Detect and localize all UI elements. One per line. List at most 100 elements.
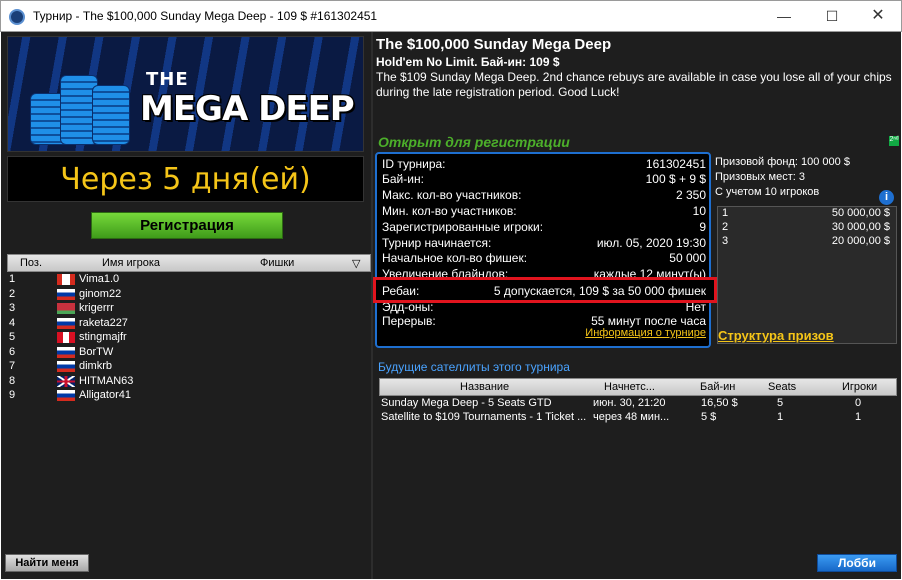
player-row[interactable]: 7 dimkrb: [7, 359, 371, 374]
close-button[interactable]: ✕: [855, 1, 901, 32]
info-label: ID турнира:: [382, 157, 446, 171]
tournament-banner: THE MEGA DEEP: [7, 36, 364, 152]
rebuy-highlight: Ребаи: 5 допускается, 109 $ за 50 000 фи…: [373, 277, 717, 303]
sort-arrow-icon[interactable]: ▽: [352, 257, 360, 270]
satellite-row[interactable]: Satellite to $109 Tournaments - 1 Ticket…: [379, 410, 897, 424]
players-list: 1 Vima1.0 2 ginom22 3 krigerrr 4 raketa227 5 stin…: [7, 272, 371, 403]
player-name: Alligator41: [79, 389, 131, 401]
column-header-name[interactable]: Название: [460, 381, 509, 393]
prize-pool: Призовой фонд: 100 000 $: [715, 156, 850, 168]
info-value: 10: [692, 204, 706, 218]
country-flag-icon: [57, 317, 75, 329]
info-label: Начальное кол-во фишек:: [382, 251, 528, 265]
player-name: dimkrb: [79, 360, 113, 372]
player-row[interactable]: 2 ginom22: [7, 287, 371, 302]
country-flag-icon: [57, 288, 75, 300]
satellite-name: Sunday Mega Deep - 5 Seats GTD: [381, 397, 552, 409]
tournament-info-panel: ID турнира: 161302451 Бай-ин: 100 $ + 9 $ Ма…: [375, 152, 711, 348]
column-header-buyin[interactable]: Бай-ин: [700, 381, 735, 393]
info-label: Перерыв:: [382, 314, 436, 328]
prize-amount: 30 000,00 $: [831, 221, 890, 233]
info-row: Начальное кол-во фишек: 50 000: [382, 251, 706, 267]
info-row: Макс. кол-во участников: 2 350: [382, 188, 706, 204]
column-header-start[interactable]: Начнетс...: [604, 381, 655, 393]
info-label: Мин. кол-во участников:: [382, 204, 517, 218]
player-name: BorTW: [79, 345, 114, 358]
minimize-button[interactable]: —: [761, 1, 807, 32]
info-link-row: Информация о турнире: [382, 327, 706, 343]
divider: [371, 32, 373, 579]
player-row[interactable]: 6 BorTW: [7, 345, 371, 360]
column-header-seats[interactable]: Seats: [768, 381, 796, 393]
info-label: Зарегистрированные игроки:: [382, 220, 544, 234]
info-row: Мин. кол-во участников: 10: [382, 204, 706, 220]
prize-places: Призовых мест: 3: [715, 171, 805, 183]
info-value: июл. 05, 2020 19:30: [596, 236, 706, 250]
player-position: 4: [9, 316, 16, 329]
satellite-players: 0: [855, 397, 862, 409]
player-row[interactable]: 9 Alligator41: [7, 388, 371, 403]
tournament-subtitle: Hold'em No Limit. Бай-ин: 109 $: [376, 55, 560, 69]
info-label: Турнир начинается:: [382, 236, 492, 250]
tournament-window: THE MEGA DEEP Через 5 дня(ей) Регистраци…: [1, 32, 901, 579]
chip-stack-icon: [92, 85, 130, 145]
info-value: 55 минут после часа: [591, 314, 706, 328]
info-label: Бай-ин:: [382, 172, 424, 186]
country-flag-icon: [57, 346, 75, 358]
player-row[interactable]: 3 krigerrr: [7, 301, 371, 316]
find-me-button[interactable]: Найти меня: [5, 554, 89, 572]
prize-structure-link[interactable]: Структура призов: [718, 328, 834, 343]
player-name: krigerrr: [79, 302, 114, 314]
player-position: 8: [9, 374, 16, 387]
info-label: Макс. кол-во участников:: [382, 188, 522, 202]
player-position: 1: [9, 273, 16, 285]
prize-panel: Призовой фонд: 100 000 $ Призовых мест: …: [715, 156, 899, 346]
satellite-players: 1: [855, 411, 862, 423]
column-header-position[interactable]: Поз.: [20, 257, 42, 269]
tournament-description: The $109 Sunday Mega Deep. 2nd chance re…: [376, 70, 892, 99]
prize-place: 2: [722, 221, 729, 233]
satellite-seats: 5: [777, 397, 784, 409]
info-value: 50 000: [669, 251, 706, 265]
country-flag-icon: [57, 274, 75, 285]
prize-row: 2 30 000,00 $: [718, 221, 896, 235]
player-row[interactable]: 8 HITMAN63: [7, 374, 371, 389]
info-row: Бай-ин: 100 $ + 9 $: [382, 172, 706, 188]
player-row[interactable]: 5 stingmajfr: [7, 330, 371, 345]
prize-row: 3 20 000,00 $: [718, 235, 896, 249]
player-name: ginom22: [79, 287, 122, 300]
player-row[interactable]: 1 Vima1.0: [7, 272, 371, 287]
satellite-buyin: 5 $: [701, 411, 717, 423]
lobby-button[interactable]: Лобби: [817, 554, 897, 572]
column-header-chips[interactable]: Фишки: [260, 257, 294, 269]
prize-amount: 50 000,00 $: [831, 207, 890, 219]
satellites-table: Название Начнетс... Бай-ин Seats Игроки …: [379, 378, 897, 552]
column-header-players[interactable]: Игроки: [842, 381, 877, 393]
player-position: 7: [9, 360, 16, 372]
prize-place: 1: [722, 207, 729, 219]
prize-table: 1 50 000,00 $ 2 30 000,00 $ 3 20 000,00 $: [717, 206, 897, 344]
player-row[interactable]: 4 raketa227: [7, 316, 371, 331]
window-titlebar: Турнир - The $100,000 Sunday Mega Deep -…: [0, 0, 902, 32]
info-value: 100 $ + 9 $: [645, 172, 706, 186]
satellite-name: Satellite to $109 Tournaments - 1 Ticket…: [381, 411, 587, 423]
info-value: 2 350: [675, 188, 706, 202]
player-position: 9: [9, 389, 16, 401]
register-button[interactable]: Регистрация: [91, 212, 283, 239]
player-position: 6: [9, 345, 16, 358]
column-header-player-name[interactable]: Имя игрока: [102, 257, 160, 269]
info-row: Турнир начинается: июл. 05, 2020 19:30: [382, 236, 706, 252]
tournament-info-link[interactable]: Информация о турнире: [585, 327, 706, 339]
prize-note: С учетом 10 игроков: [715, 186, 820, 198]
rebuy-value: 5 допускается, 109 $ за 50 000 фишек: [493, 284, 706, 298]
maximize-button[interactable]: ☐: [809, 1, 855, 32]
satellite-row[interactable]: Sunday Mega Deep - 5 Seats GTD июн. 30, 2…: [379, 396, 897, 410]
player-position: 5: [9, 331, 16, 343]
player-name: raketa227: [79, 316, 128, 329]
satellites-table-header: Название Начнетс... Бай-ин Seats Игроки: [379, 378, 897, 396]
info-value: 9: [699, 220, 706, 234]
player-position: 3: [9, 302, 16, 314]
registration-status: Открыт для регистрации: [378, 134, 570, 150]
info-icon[interactable]: i: [879, 190, 894, 205]
players-table: Поз. Имя игрока Фишки ▽ 1 Vima1.0 2 ginom22…: [7, 254, 371, 554]
